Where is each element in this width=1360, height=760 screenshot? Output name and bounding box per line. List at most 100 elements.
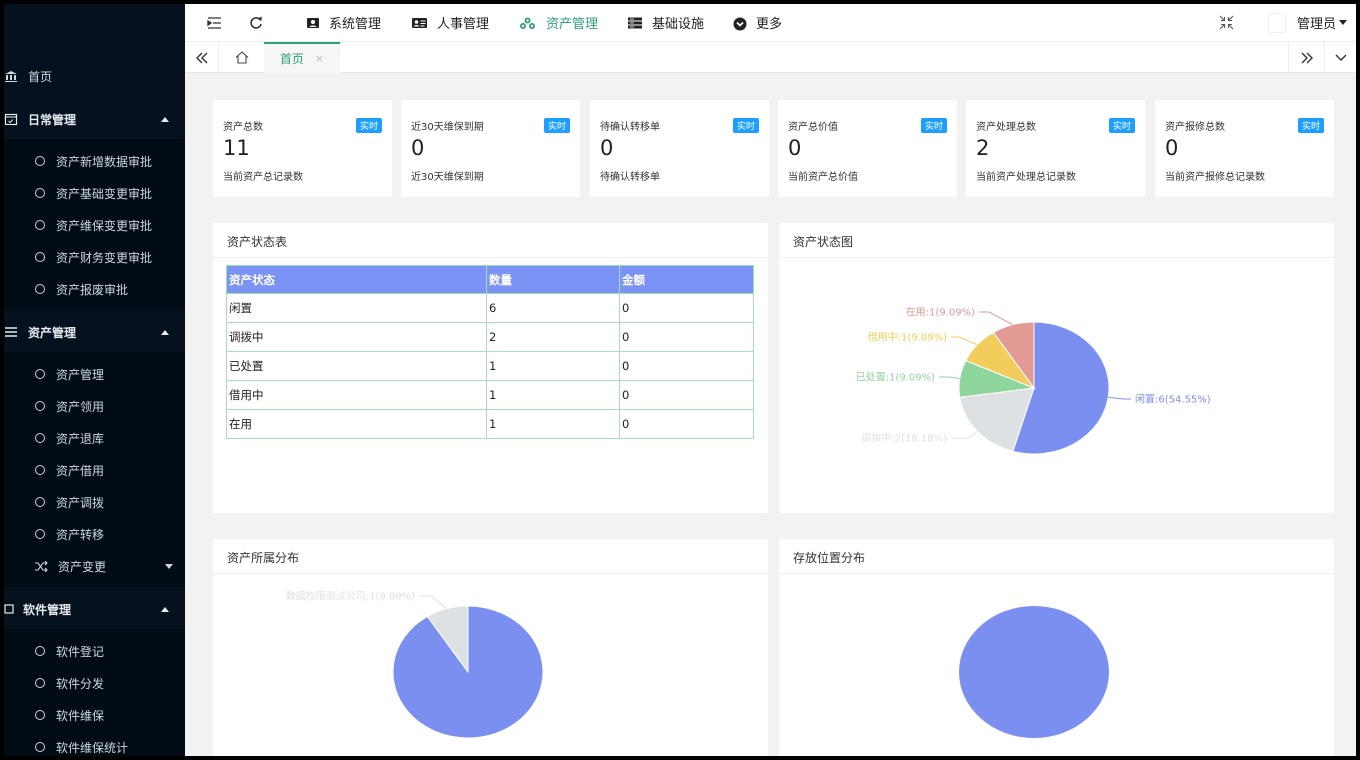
- menu-label: 更多: [756, 17, 783, 32]
- sidebar-item-label: 软件登记: [56, 644, 105, 659]
- bank-icon: [4, 70, 18, 82]
- sidebar-item-asset-change[interactable]: 资产变更: [35, 556, 175, 576]
- stat-value: 0: [788, 136, 802, 160]
- sidebar-item[interactable]: 软件登记: [35, 641, 104, 661]
- sidebar-group-label: 日常管理: [28, 112, 77, 127]
- table-cell: 0: [619, 351, 754, 381]
- asset-status-table-panel: 资产状态表 资产状态 数量 金额 闲置 6 0 调拨中 2 0 已处置 1 0 借用中 1 0 …: [213, 223, 768, 513]
- circle-icon: [35, 678, 45, 688]
- sidebar-item[interactable]: 资产转移: [35, 524, 104, 544]
- pie-slice[interactable]: [959, 606, 1109, 738]
- sidebar-item-label: 资产领用: [56, 399, 105, 414]
- menu-more[interactable]: 更多: [733, 4, 782, 41]
- table-cell: 已处置: [226, 351, 487, 381]
- sidebar-item[interactable]: 资产维保变更审批: [35, 215, 152, 235]
- tab-label: 首页: [279, 52, 304, 66]
- pie-label: 已处置:1(9.09%): [856, 372, 935, 384]
- realtime-badge: 实时: [920, 118, 947, 133]
- calendar-icon: [4, 113, 18, 126]
- user-menu[interactable]: 管理员: [1297, 4, 1348, 41]
- table-cell: 6: [486, 293, 620, 323]
- sidebar-group-label: 软件管理: [23, 602, 72, 617]
- stat-card-processed: 资产处理总数 实时 2 当前资产处理总记录数: [966, 100, 1145, 197]
- sidebar-item[interactable]: 资产调拨: [35, 492, 104, 512]
- table-cell: 0: [619, 293, 754, 323]
- server-icon: [627, 17, 643, 29]
- table-row: 在用 1 0: [226, 409, 754, 439]
- toggle-sidebar-icon[interactable]: [207, 4, 222, 41]
- circle-icon: [35, 156, 45, 166]
- sidebar-item[interactable]: 资产借用: [35, 460, 104, 480]
- table-header-row: 资产状态 数量 金额: [226, 265, 754, 294]
- close-icon[interactable]: ×: [315, 52, 324, 65]
- panel-title: 资产状态图: [779, 223, 1334, 258]
- stat-value: 0: [1165, 136, 1179, 160]
- list-icon: [4, 326, 18, 338]
- sidebar-item[interactable]: 资产领用: [35, 396, 104, 416]
- sidebar-item[interactable]: 资产退库: [35, 428, 104, 448]
- pie-label-line: [951, 430, 978, 439]
- realtime-badge: 实时: [732, 118, 759, 133]
- sidebar-group-daily[interactable]: 日常管理: [4, 99, 185, 139]
- username-label: 管理员: [1297, 17, 1337, 32]
- realtime-badge: 实时: [1297, 118, 1324, 133]
- table-cell: 在用: [226, 409, 487, 439]
- fullscreen-exit-icon[interactable]: [1219, 4, 1234, 41]
- storage-location-pie: [959, 606, 1109, 738]
- sidebar-item-label: 资产报废审批: [56, 282, 129, 297]
- table-cell: 闲置: [226, 293, 487, 323]
- sidebar-item-home[interactable]: 首页: [4, 64, 52, 88]
- sidebar-group-software[interactable]: 软件管理: [4, 589, 185, 629]
- column-header: 金额: [619, 265, 754, 294]
- sidebar-submenu-assets: 资产管理 资产领用 资产退库 资产借用 资产调拨 资产转移 资产变更: [4, 352, 185, 587]
- scroll-left-icon[interactable]: [185, 42, 219, 73]
- sidebar-item-label: 资产转移: [56, 527, 105, 542]
- stat-title: 待确认转移单: [600, 122, 660, 133]
- sidebar-item-label: 资产财务变更审批: [56, 250, 153, 265]
- menu-assets[interactable]: 资产管理: [518, 4, 598, 41]
- sidebar-item[interactable]: 资产管理: [35, 364, 104, 384]
- sidebar-item[interactable]: 软件维保: [35, 705, 104, 725]
- asset-status-table: 资产状态 数量 金额 闲置 6 0 调拨中 2 0 已处置 1 0 借用中 1 0 在用 1 0: [226, 265, 754, 439]
- refresh-icon[interactable]: [249, 4, 263, 41]
- sidebar-item[interactable]: 软件分发: [35, 673, 104, 693]
- menu-hr[interactable]: 人事管理: [411, 4, 489, 41]
- circle-icon: [35, 433, 45, 443]
- sidebar-item-label: 软件维保: [56, 708, 105, 723]
- sidebar-item[interactable]: 资产基础变更审批: [35, 183, 152, 203]
- menu-infrastructure[interactable]: 基础设施: [627, 4, 704, 41]
- panel-title: 资产状态表: [213, 223, 768, 258]
- sidebar-item[interactable]: 软件维保统计: [35, 737, 128, 756]
- asset-owner-pie: 数据权限测试公司:1(9.09%): [286, 590, 544, 739]
- stat-desc: 当前资产总记录数: [223, 172, 303, 183]
- scroll-right-icon[interactable]: [1288, 42, 1324, 73]
- pie-label: 调拨中:2(18.18%): [861, 432, 947, 445]
- pie-label: 在用:1(9.09%): [906, 307, 975, 319]
- table-cell: 调拨中: [226, 322, 487, 352]
- avatar[interactable]: [1268, 4, 1288, 41]
- sidebar-item[interactable]: 资产新增数据审批: [35, 151, 152, 171]
- sidebar-item[interactable]: 资产报废审批: [35, 279, 128, 299]
- top-navbar: 系统管理 人事管理 资产管理 基础设施 更多 管理员: [185, 4, 1356, 41]
- tab-home[interactable]: 首页 ×: [264, 42, 340, 73]
- column-header: 资产状态: [226, 265, 487, 294]
- stat-title: 资产处理总数: [976, 122, 1036, 133]
- menu-system[interactable]: 系统管理: [306, 4, 381, 41]
- stat-card-maintenance: 近30天维保到期 实时 0 近30天维保到期: [401, 100, 580, 197]
- pie-label-line: [951, 336, 978, 346]
- column-header: 数量: [486, 265, 620, 294]
- sidebar-item[interactable]: 资产财务变更审批: [35, 247, 152, 267]
- pie-label: 闲置:6(54.55%): [1135, 393, 1211, 406]
- home-icon[interactable]: [225, 42, 259, 73]
- realtime-badge: 实时: [1108, 118, 1135, 133]
- table-cell: 0: [619, 409, 754, 439]
- stat-card-transfer: 待确认转移单 实时 0 待确认转移单: [590, 100, 769, 197]
- collapse-arrow-icon: [161, 329, 169, 335]
- pie-label-line: [939, 376, 960, 380]
- stat-card-total: 资产总数 实时 11 当前资产总记录数: [213, 100, 392, 197]
- tab-options-icon[interactable]: [1324, 42, 1356, 73]
- sidebar-group-assets[interactable]: 资产管理: [4, 312, 185, 352]
- stat-desc: 待确认转移单: [600, 172, 660, 183]
- id-card-icon: [306, 17, 320, 29]
- circle-icon: [35, 369, 45, 379]
